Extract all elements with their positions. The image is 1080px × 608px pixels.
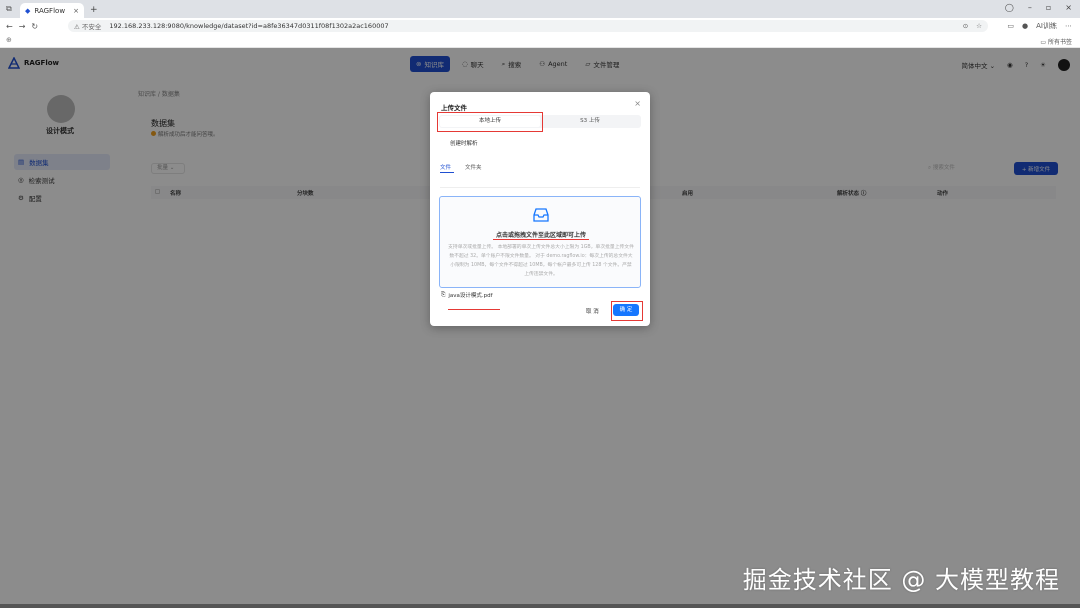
annotation-box-confirm (611, 301, 643, 321)
hint-underline (493, 239, 589, 240)
cancel-button[interactable]: 取 消 (586, 307, 599, 315)
profile-avatar-icon[interactable]: ● (1022, 22, 1028, 30)
minimize-icon[interactable]: – (1028, 3, 1032, 12)
tab-s3-upload[interactable]: S3 上传 (540, 116, 640, 127)
file-name: java设计模式.pdf (448, 293, 493, 299)
tab-file[interactable]: 文件 (440, 163, 451, 171)
address-bar-row: ← → ↻ ⚠ 不安全 192.168.233.128:9080/knowled… (0, 18, 1080, 34)
paperclip-icon: ⎘ (441, 291, 446, 298)
browser-tab-bar: ⧉ ◆ RAGFlow × + ◯ – ▫ × (0, 0, 1080, 18)
close-window-icon[interactable]: × (1065, 3, 1072, 12)
insecure-label[interactable]: ⚠ 不安全 (74, 21, 101, 31)
uploaded-file-item[interactable]: ⎘ java设计模式.pdf (441, 291, 493, 300)
new-tab-button[interactable]: + (90, 5, 98, 15)
profile-icon[interactable]: ◯ (1005, 3, 1014, 12)
close-tab-icon[interactable]: × (73, 7, 79, 15)
url-text: 192.168.233.128:9080/knowledge/dataset?i… (109, 22, 389, 30)
star-icon[interactable]: ☆ (976, 22, 982, 30)
menu-icon[interactable]: ⋯ (1065, 22, 1072, 30)
inbox-icon (533, 208, 549, 222)
all-bookmarks-link[interactable]: ▭ 所有书签 (1040, 37, 1072, 46)
tab-actions-icon[interactable]: ⧉ (6, 4, 12, 14)
parse-on-create-toggle[interactable]: 创建时解析 (450, 139, 478, 147)
ragflow-favicon-icon: ◆ (25, 6, 31, 15)
browser-tab[interactable]: ◆ RAGFlow × (20, 3, 84, 18)
location-icon[interactable]: ⊙ (963, 22, 968, 30)
maximize-icon[interactable]: ▫ (1046, 3, 1051, 12)
annotation-underline-file (448, 309, 500, 310)
upload-dropzone[interactable]: 点击或拖拽文件至此区域即可上传 支持单次或批量上传。 本地部署的单次上传文件总大… (439, 196, 641, 288)
reload-icon[interactable]: ↻ (31, 22, 38, 31)
active-tab-indicator (440, 172, 454, 173)
divider (440, 187, 640, 188)
dropzone-hint: 点击或拖拽文件至此区域即可上传 (495, 232, 586, 239)
tab-title: RAGFlow (34, 6, 66, 15)
dialog-title: 上传文件 (441, 104, 467, 112)
bookmark-apps-icon[interactable]: ⊕ (6, 36, 12, 44)
profile-label[interactable]: AI训练 (1036, 21, 1057, 31)
annotation-box-local-upload (437, 112, 543, 132)
dropzone-description: 支持单次或批量上传。 本地部署的单次上传文件总大小上限为 1GB，单次批量上传文… (448, 245, 634, 277)
url-input[interactable]: ⚠ 不安全 192.168.233.128:9080/knowledge/dat… (68, 20, 988, 32)
forward-icon[interactable]: → (19, 22, 26, 31)
watermark: 掘金技术社区 @ 大模型教程 (742, 566, 1060, 594)
sidebar-toggle-icon[interactable]: ▭ (1007, 22, 1014, 30)
tab-folder[interactable]: 文件夹 (465, 163, 482, 171)
back-icon[interactable]: ← (6, 22, 13, 31)
bottom-strip (0, 604, 1080, 608)
close-icon[interactable]: × (634, 99, 641, 108)
bookmark-bar: ⊕ ▭ 所有书签 (0, 34, 1080, 48)
